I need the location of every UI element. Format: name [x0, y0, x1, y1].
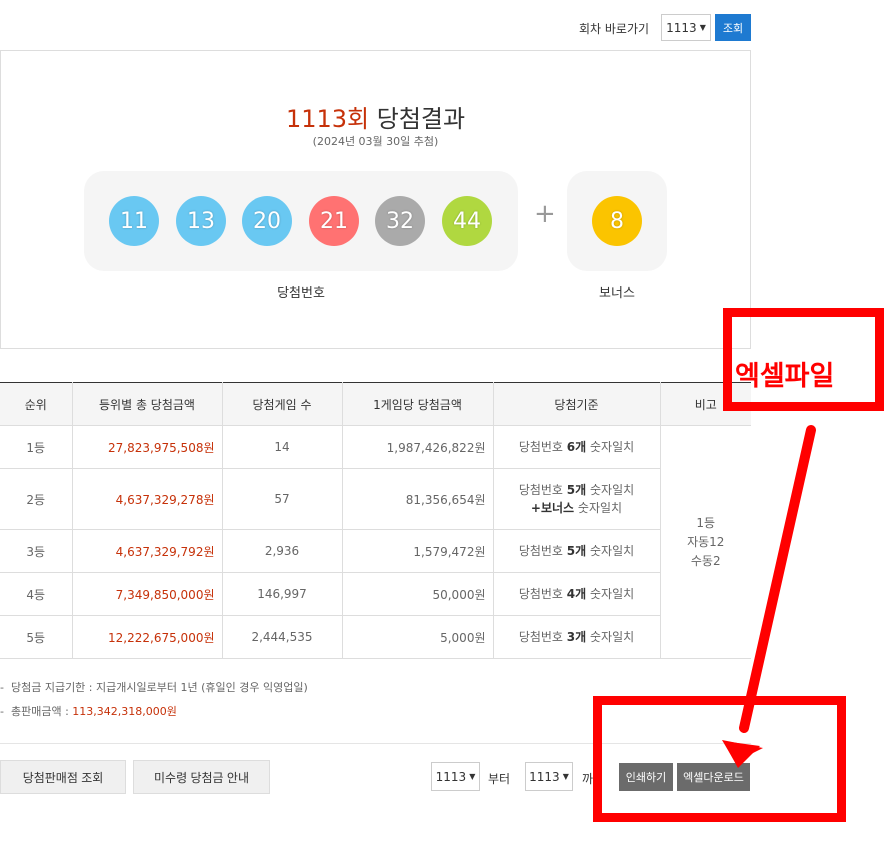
annotation-arrow-icon [722, 425, 816, 768]
